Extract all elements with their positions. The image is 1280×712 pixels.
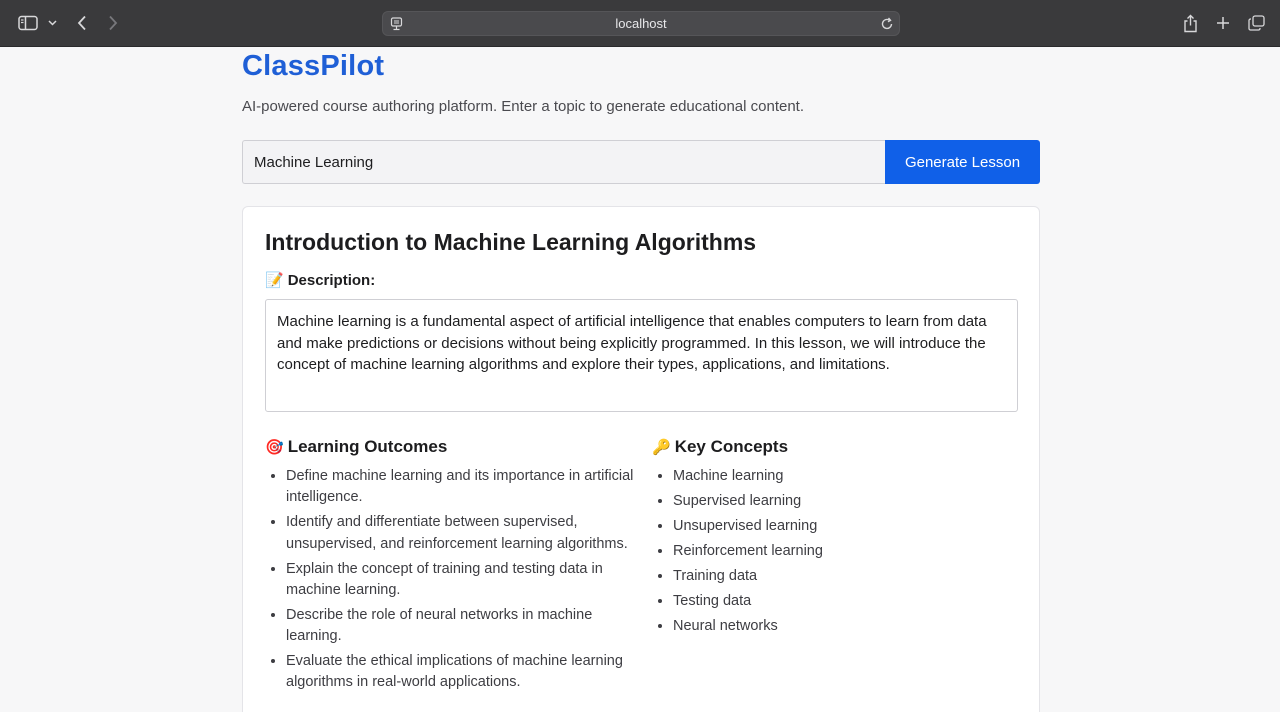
list-item: Evaluate the ethical implications of mac… bbox=[286, 651, 640, 694]
generate-lesson-button[interactable]: Generate Lesson bbox=[885, 140, 1040, 184]
key-concepts-heading: 🔑 Key Concepts bbox=[652, 436, 1012, 458]
reload-icon[interactable] bbox=[880, 17, 894, 31]
list-item: Supervised learning bbox=[673, 491, 1012, 512]
list-item: Neural networks bbox=[673, 616, 1012, 637]
app-title: ClassPilot bbox=[242, 50, 385, 82]
key-concepts-section: 🔑 Key Concepts Machine learning Supervis… bbox=[652, 436, 1012, 641]
url-text: localhost bbox=[615, 16, 667, 31]
description-box[interactable]: Machine learning is a fundamental aspect… bbox=[265, 299, 1018, 412]
chevron-down-icon[interactable] bbox=[46, 12, 58, 34]
description-heading-label: Description: bbox=[287, 272, 376, 289]
list-item: Testing data bbox=[673, 591, 1012, 612]
topic-input[interactable] bbox=[242, 140, 885, 184]
learning-outcomes-heading: 🎯 Learning Outcomes bbox=[265, 436, 640, 458]
list-item: Machine learning bbox=[673, 466, 1012, 487]
list-item: Unsupervised learning bbox=[673, 516, 1012, 537]
share-icon[interactable] bbox=[1181, 12, 1199, 34]
list-item: Describe the role of neural networks in … bbox=[286, 605, 640, 648]
learning-outcomes-list: Define machine learning and its importan… bbox=[265, 466, 640, 694]
address-bar[interactable]: localhost bbox=[382, 11, 900, 36]
new-tab-icon[interactable] bbox=[1214, 12, 1232, 34]
learning-outcomes-label: Learning Outcomes bbox=[287, 437, 448, 456]
forward-icon[interactable] bbox=[104, 12, 122, 34]
app-tagline: AI-powered course authoring platform. En… bbox=[242, 98, 805, 115]
key-icon: 🔑 bbox=[652, 438, 671, 456]
browser-toolbar: localhost bbox=[0, 0, 1280, 47]
list-item: Training data bbox=[673, 566, 1012, 587]
list-item: Reinforcement learning bbox=[673, 541, 1012, 562]
tab-overview-icon[interactable] bbox=[1247, 12, 1265, 34]
key-concepts-label: Key Concepts bbox=[674, 437, 789, 456]
list-item: Define machine learning and its importan… bbox=[286, 466, 640, 509]
list-item: Explain the concept of training and test… bbox=[286, 559, 640, 602]
lesson-card: Introduction to Machine Learning Algorit… bbox=[242, 206, 1040, 712]
sidebar-toggle-icon[interactable] bbox=[17, 12, 39, 34]
description-heading: 📝 Description: bbox=[265, 272, 375, 289]
list-item: Identify and differentiate between super… bbox=[286, 512, 640, 555]
lesson-title: Introduction to Machine Learning Algorit… bbox=[265, 229, 757, 255]
target-icon: 🎯 bbox=[265, 438, 284, 456]
back-icon[interactable] bbox=[73, 12, 91, 34]
memo-icon: 📝 bbox=[265, 272, 284, 289]
key-concepts-list: Machine learning Supervised learning Uns… bbox=[652, 466, 1012, 637]
learning-outcomes-section: 🎯 Learning Outcomes Define machine learn… bbox=[265, 436, 640, 697]
